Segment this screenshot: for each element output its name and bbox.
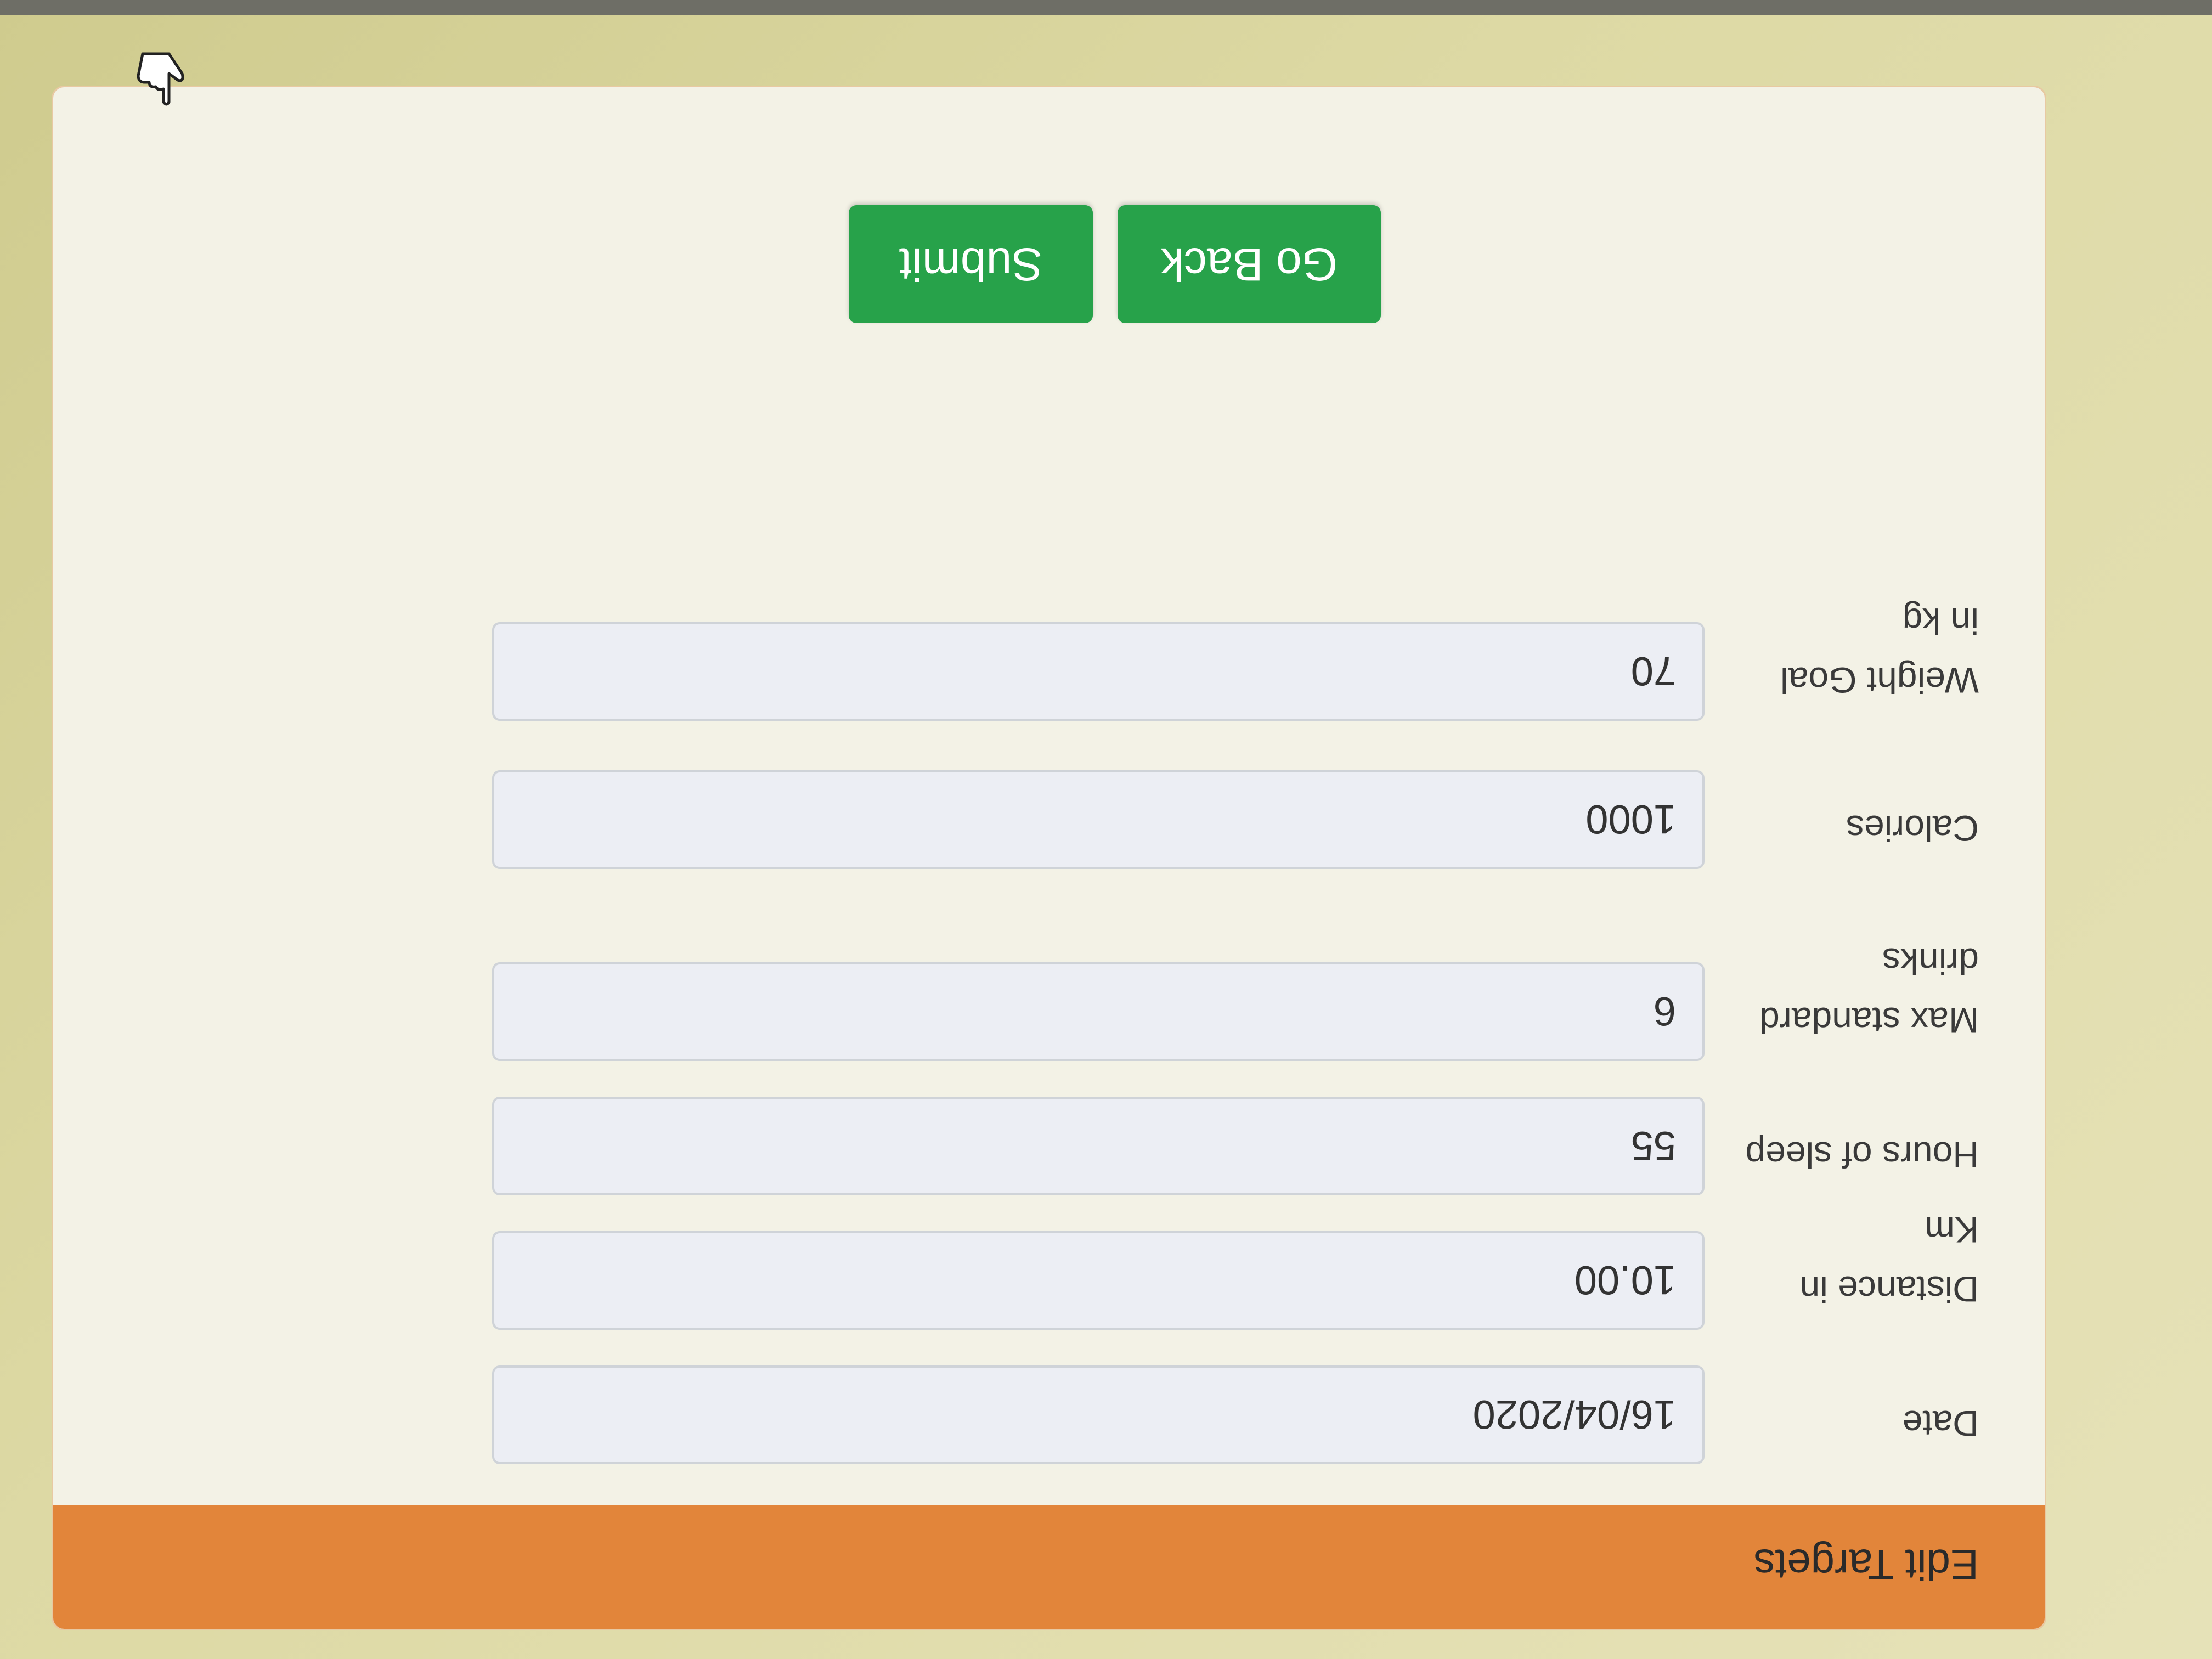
form-row-weight: Weight Goal in kg [53, 595, 2045, 721]
sleep-label: Hours of sleep [1745, 1135, 1979, 1175]
distance-label: Distance in Km [1799, 1210, 1979, 1310]
page-title: Edit Targets [1753, 1541, 1979, 1589]
form-row-calories: Calories [53, 743, 2045, 869]
sleep-field[interactable] [492, 1097, 1705, 1195]
calories-field[interactable] [492, 770, 1705, 869]
form-scene: Edit Targets Date Distance in Km Hours o… [0, 0, 2212, 1659]
drinks-field[interactable] [492, 962, 1705, 1061]
form-row-distance: Distance in Km [53, 1204, 2045, 1330]
calories-label: Calories [1846, 808, 1979, 849]
form-row-date: Date [53, 1338, 2045, 1464]
form-row-drinks: Max standard drinks [53, 935, 2045, 1061]
weight-label: Weight Goal in kg [1780, 601, 1979, 701]
date-field[interactable] [492, 1365, 1705, 1464]
submit-button[interactable]: Submit [849, 205, 1093, 323]
hand-pointer-icon [137, 52, 184, 106]
card-header: Edit Targets [53, 1505, 2045, 1629]
edit-targets-card: Edit Targets Date Distance in Km Hours o… [53, 87, 2045, 1629]
date-label: Date [1902, 1403, 1979, 1444]
weight-field[interactable] [492, 622, 1705, 721]
drinks-label: Max standard drinks [1759, 941, 1979, 1041]
go-back-button[interactable]: Go Back [1118, 205, 1381, 323]
form-row-sleep: Hours of sleep [53, 1069, 2045, 1195]
distance-field[interactable] [492, 1231, 1705, 1330]
